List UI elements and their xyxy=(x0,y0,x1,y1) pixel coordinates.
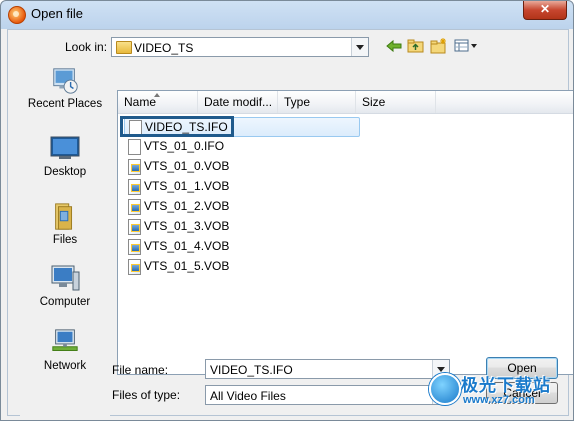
watermark-url: www.xz7.com xyxy=(463,394,535,406)
network-icon xyxy=(52,329,78,351)
open-file-dialog: Open file ✕ Look in: VIDEO_TS Recent Pla… xyxy=(0,0,574,421)
title-bar[interactable]: Open file ✕ xyxy=(1,1,573,27)
file-name-input[interactable]: VIDEO_TS.IFO xyxy=(205,359,450,379)
recent-places-icon xyxy=(53,68,78,94)
view-menu-icon[interactable] xyxy=(454,39,478,53)
file-list[interactable]: Name Date modif... Type Size VIDEO_TS.IF… xyxy=(117,90,573,375)
places-bar: Recent Places Desktop Files Computer Net… xyxy=(20,68,110,416)
sort-ascending-icon xyxy=(154,93,160,97)
file-row[interactable]: VTS_01_0.VOB xyxy=(124,157,364,175)
video-file-icon xyxy=(128,239,141,255)
column-type[interactable]: Type xyxy=(278,91,356,113)
video-file-icon xyxy=(128,179,141,195)
close-button[interactable]: ✕ xyxy=(523,1,567,20)
place-label: Files xyxy=(52,234,78,246)
video-file-icon xyxy=(128,159,141,175)
look-in-label: Look in: xyxy=(65,40,108,54)
back-arrow-icon[interactable] xyxy=(386,39,402,53)
document-icon xyxy=(128,139,141,155)
column-date-modified[interactable]: Date modif... xyxy=(198,91,278,113)
file-row[interactable]: VTS_01_1.VOB xyxy=(124,177,364,195)
place-label: Computer xyxy=(39,296,91,308)
highlight-box xyxy=(120,116,234,137)
new-folder-icon[interactable] xyxy=(430,37,448,54)
files-icon xyxy=(55,203,73,230)
file-row[interactable]: VTS_01_5.VOB xyxy=(124,257,364,275)
place-network[interactable]: Network xyxy=(20,328,110,372)
window-title: Open file xyxy=(31,6,84,21)
look-in-combo[interactable]: VIDEO_TS xyxy=(111,37,369,57)
column-name[interactable]: Name xyxy=(118,91,198,113)
place-label: Network xyxy=(43,360,87,372)
file-name-label: File name: xyxy=(112,363,169,377)
file-row[interactable]: VTS_01_0.IFO xyxy=(124,137,364,155)
file-row[interactable]: VTS_01_3.VOB xyxy=(124,217,364,235)
watermark-logo-icon xyxy=(429,373,461,405)
up-folder-icon[interactable] xyxy=(407,38,425,54)
place-files[interactable]: Files xyxy=(20,202,110,246)
file-type-select[interactable]: All Video Files xyxy=(205,385,450,405)
folder-icon xyxy=(116,41,132,54)
computer-icon xyxy=(51,265,80,291)
desktop-icon xyxy=(50,136,80,159)
column-size[interactable]: Size xyxy=(356,91,436,113)
dialog-body: Look in: VIDEO_TS Recent Places Desktop … xyxy=(7,29,573,416)
video-file-icon xyxy=(128,219,141,235)
watermark-text: 极光下载站 xyxy=(461,376,551,395)
watermark: 极光下载站 www.xz7.com xyxy=(429,369,569,417)
video-file-icon xyxy=(128,199,141,215)
file-type-label: Files of type: xyxy=(112,388,181,402)
app-icon xyxy=(8,6,26,24)
place-recent-places[interactable]: Recent Places xyxy=(20,66,110,110)
look-in-value: VIDEO_TS xyxy=(134,41,194,55)
column-header: Name Date modif... Type Size xyxy=(118,91,573,114)
file-row[interactable]: VTS_01_4.VOB xyxy=(124,237,364,255)
file-row[interactable]: VTS_01_2.VOB xyxy=(124,197,364,215)
video-file-icon xyxy=(128,259,141,275)
chevron-down-icon[interactable] xyxy=(351,38,368,56)
place-computer[interactable]: Computer xyxy=(20,264,110,308)
place-desktop[interactable]: Desktop xyxy=(20,134,110,178)
place-label: Desktop xyxy=(43,166,87,178)
place-label: Recent Places xyxy=(27,98,103,110)
